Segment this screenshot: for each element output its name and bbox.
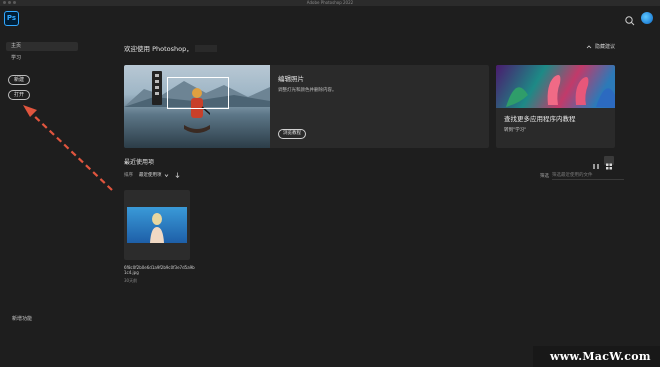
watermark-text: www.MacW.com (550, 350, 651, 363)
user-avatar[interactable] (641, 12, 653, 24)
recent-file-thumbnail[interactable] (124, 190, 190, 260)
tool-strip (152, 71, 162, 105)
find-tutorials-text: 查找更多应用程序内教程 转到"学习" (504, 113, 576, 133)
browse-tutorial-button[interactable]: 浏览教程 (278, 129, 306, 139)
sort-label: 排序 (124, 173, 133, 178)
edit-photo-title: 编辑照片 (278, 75, 304, 83)
chevron-down-icon (164, 173, 168, 177)
recent-file-date: 30天前 (124, 278, 138, 283)
go-to-learn-link[interactable]: 转到"学习" (504, 127, 576, 133)
search-icon (625, 16, 635, 26)
filter-row: 筛选 筛选最近使用的文件 (540, 172, 624, 180)
welcome-text: 欢迎使用 Photoshop， (124, 45, 193, 53)
new-features-link[interactable]: 新增功能 (12, 315, 32, 322)
search-button[interactable] (624, 12, 636, 26)
welcome-heading: 欢迎使用 Photoshop， (124, 43, 217, 53)
new-button[interactable]: 新建 (8, 75, 30, 85)
photoshop-logo: Ps (4, 11, 19, 26)
recent-file-name[interactable]: 6f8c0f2b0e6d1a9f2b9c0f3e7d5a9b1c4.jpg (124, 265, 196, 275)
filter-input[interactable]: 筛选最近使用的文件 (552, 172, 624, 180)
sidebar-item-learn[interactable]: 学习 (6, 54, 78, 63)
eraser-tool-icon (155, 92, 159, 95)
view-toggle (591, 156, 614, 170)
crop-frame (167, 77, 229, 109)
flamingo-artwork (496, 65, 615, 108)
list-view-icon (593, 164, 599, 169)
app-topbar: Ps (0, 6, 660, 30)
sort-row: 排序 最近使用项 (124, 172, 180, 178)
recent-heading: 最近使用项 (124, 159, 155, 166)
edit-photo-card[interactable]: 编辑照片 调整灯光和颜色并删除内容。 浏览教程 (124, 65, 489, 148)
file-preview-image (127, 207, 187, 243)
sort-direction-icon[interactable] (175, 172, 180, 178)
sidebar-item-home[interactable]: 主页 (6, 42, 78, 51)
edit-photo-text: 编辑照片 调整灯光和颜色并删除内容。 (278, 73, 337, 93)
open-button[interactable]: 打开 (8, 90, 30, 100)
sort-dropdown[interactable]: 最近使用项 (139, 172, 169, 178)
hide-suggestions-label: 隐藏建议 (595, 44, 616, 50)
crop-tool-icon (155, 74, 159, 77)
grid-view-icon (606, 163, 612, 170)
brush-tool-icon (155, 80, 159, 83)
watermark: www.MacW.com (533, 346, 660, 367)
canoe-photo (124, 65, 270, 148)
grid-view-button[interactable] (604, 156, 614, 170)
chevron-up-icon (586, 44, 592, 48)
sort-value: 最近使用项 (139, 173, 162, 178)
red-dashed-arrow (23, 105, 113, 191)
find-tutorials-card[interactable]: 查找更多应用程序内教程 转到"学习" (496, 65, 615, 148)
flamingo-shapes (506, 75, 615, 108)
portrait-figure (150, 213, 164, 243)
list-view-button[interactable] (591, 156, 601, 169)
hide-suggestions-button[interactable]: 隐藏建议 (586, 43, 615, 50)
redacted-username (194, 44, 217, 52)
edit-photo-description: 调整灯光和颜色并删除内容。 (278, 88, 337, 93)
filter-label: 筛选 (540, 174, 549, 179)
move-tool-icon (155, 86, 159, 89)
find-tutorials-title: 查找更多应用程序内教程 (504, 115, 576, 123)
